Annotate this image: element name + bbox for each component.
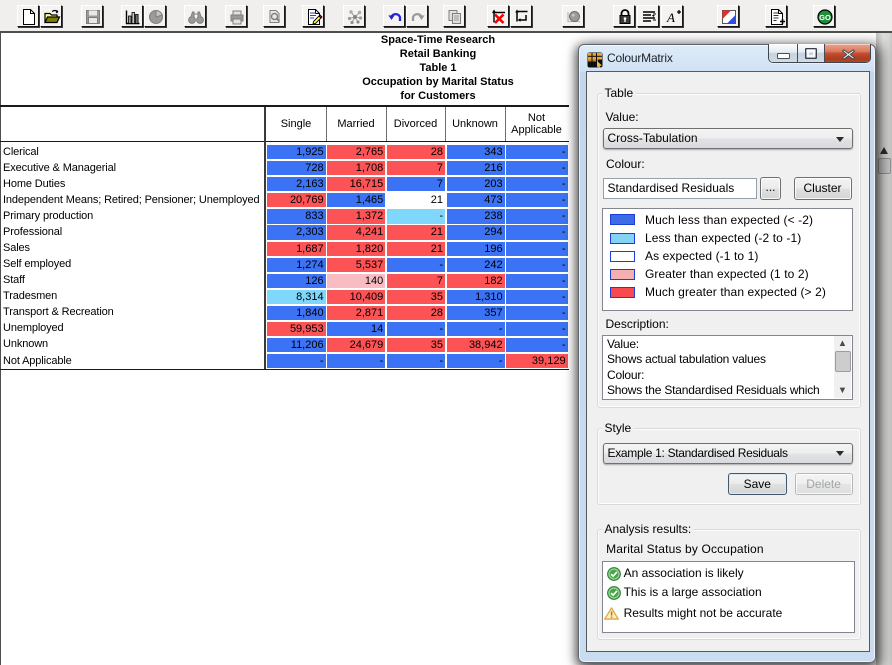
svg-text:A: A — [666, 10, 675, 25]
svg-text:GO: GO — [819, 13, 831, 22]
